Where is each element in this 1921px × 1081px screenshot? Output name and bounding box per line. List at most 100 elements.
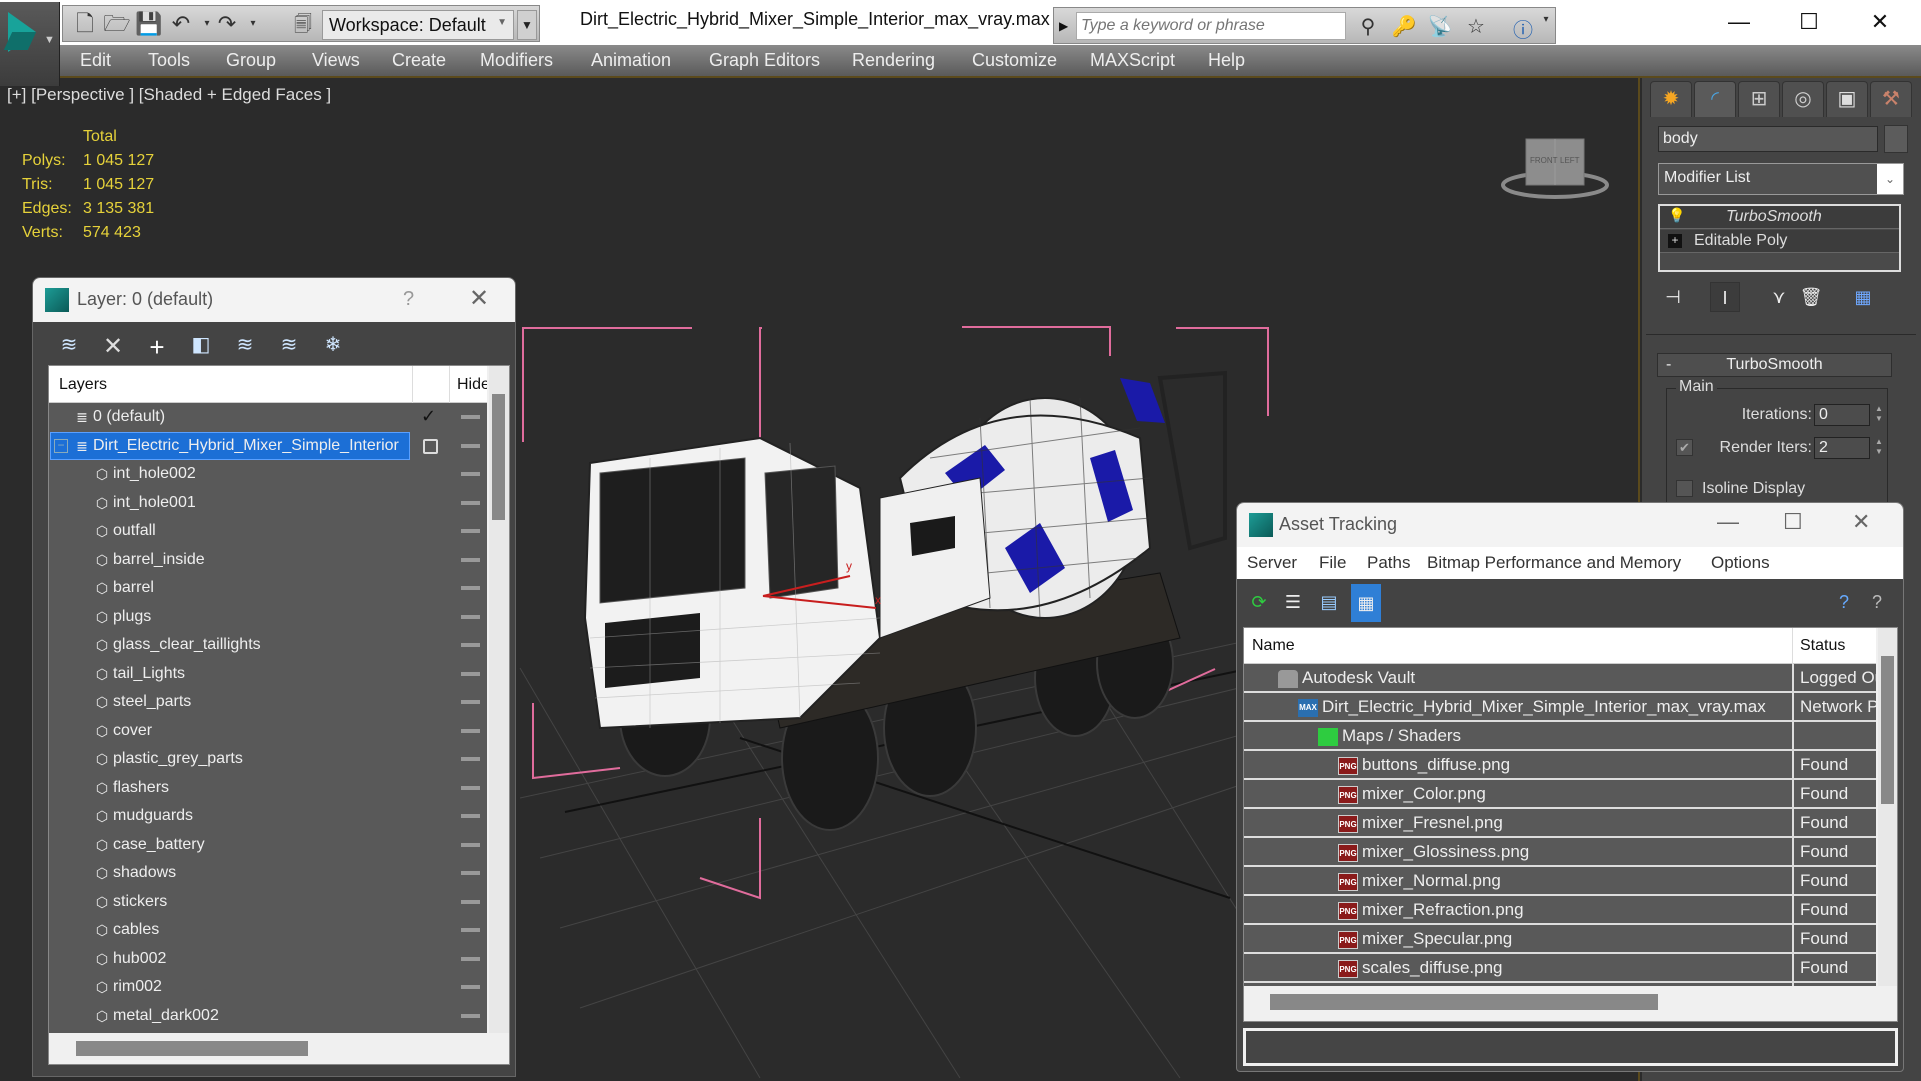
hide-toggle[interactable] [461,443,480,448]
hide-toggle[interactable] [461,586,480,590]
scrollbar-thumb[interactable] [76,1041,308,1056]
refresh-icon[interactable]: ⟳ [1247,589,1271,615]
column-header-name[interactable]: Name [1252,637,1295,655]
menu-options[interactable]: Options [1711,553,1770,573]
vertical-scrollbar[interactable] [489,366,509,1033]
modifier-list-dropdown[interactable]: Modifier List ⌄ [1658,163,1904,195]
hide-toggle[interactable] [461,472,480,476]
hide-toggle[interactable] [461,842,480,847]
layer-row[interactable]: ≣ 0 (default) ✓ [49,403,487,432]
create-tab-icon[interactable]: ✹ [1650,81,1692,117]
object-row[interactable]: ⬡ barrel [49,574,487,603]
layer-row[interactable]: − ≣ Dirt_Electric_Hybrid_Mixer_Simple_Inte… [49,431,487,461]
help-online-icon[interactable]: ? [1832,589,1856,615]
object-row[interactable]: ⬡ int_hole001 [49,489,487,518]
freeze-layer-icon[interactable]: ❄ [319,332,347,358]
object-row[interactable]: ⬡ tail_Lights [49,660,487,689]
current-layer-checkmark-icon[interactable]: ✓ [421,406,436,427]
asset-row[interactable]: PNG mixer_Fresnel.png Found [1244,809,1876,838]
menu-help[interactable]: Help [1208,50,1245,71]
column-header-layers[interactable]: Layers [59,376,107,394]
viewcube[interactable]: FRONT LEFT [1500,133,1610,203]
binoculars-icon[interactable]: ⚲ [1354,14,1382,40]
object-row[interactable]: ⬡ mudguards [49,802,487,831]
render-iters-checkbox[interactable]: ✔ [1676,439,1693,456]
redo-icon[interactable]: ↷ [213,10,241,38]
turbosmooth-rollout-header[interactable]: - TurboSmooth [1657,353,1892,377]
select-layer-icon[interactable]: ≋ [231,332,259,358]
key-icon[interactable]: 🔑 [1390,14,1418,40]
asset-row[interactable]: PNG scales_diffuse.png Found [1244,954,1876,983]
asset-row[interactable]: PNG buttons_diffuse.png Found [1244,751,1876,780]
hide-toggle[interactable] [461,500,480,505]
open-folder-icon[interactable]: 🗁 [103,10,131,38]
render-iters-spinner[interactable]: ▲ ▼ [1872,437,1886,459]
object-row[interactable]: ⬡ barrel_inside [49,546,487,575]
menu-graph-editors[interactable]: Graph Editors [709,50,820,71]
configure-modifier-sets-icon[interactable]: ▦ [1848,282,1878,312]
hide-toggle[interactable] [461,814,480,818]
satellite-icon[interactable]: 📡 [1426,14,1454,40]
workspace-dropdown[interactable]: Workspace: Default ▼ [322,10,514,40]
horizontal-scrollbar[interactable] [1244,986,1878,1020]
motion-tab-icon[interactable]: ◎ [1782,81,1824,117]
hide-toggle[interactable] [461,785,480,790]
iterations-field[interactable]: 0 [1814,404,1870,426]
select-objects-icon[interactable]: ◧ [187,332,215,358]
object-row[interactable]: ⬡ rim002 [49,973,487,1002]
project-folder-icon[interactable]: 🗐 [289,10,317,38]
menu-views[interactable]: Views [312,50,360,71]
asset-row[interactable]: PNG mixer_Normal.png Found [1244,867,1876,896]
menu-create[interactable]: Create [392,50,446,71]
whats-this-icon[interactable]: ? [1865,589,1889,615]
iterations-spinner[interactable]: ▲ ▼ [1872,404,1886,426]
object-row[interactable]: ⬡ outfall [49,517,487,546]
scrollbar-thumb[interactable] [492,394,505,520]
stack-item-editable-poly[interactable]: + Editable Poly [1660,230,1899,253]
hide-toggle[interactable] [461,415,480,419]
minimize-button[interactable]: — [1717,509,1739,535]
workspace-menu-button[interactable]: ▼ [517,10,537,40]
hide-toggle[interactable] [461,985,480,989]
menu-animation[interactable]: Animation [591,50,671,71]
object-row[interactable]: ⬡ case_battery [49,831,487,860]
tree-view-icon[interactable]: ▤ [1317,589,1341,615]
horizontal-scrollbar[interactable] [49,1033,489,1064]
asset-row[interactable]: PNG mixer_Refraction.png Found [1244,896,1876,925]
menu-customize[interactable]: Customize [972,50,1057,71]
object-color-swatch[interactable] [1884,125,1908,153]
new-file-icon[interactable]: 🗋 [71,10,99,38]
object-row[interactable]: ⬡ steel_parts [49,688,487,717]
help-button[interactable]: ? [403,288,414,311]
help-dropdown-icon[interactable]: ▾ [1532,14,1560,40]
remove-modifier-icon[interactable]: 🗑 [1796,282,1826,312]
hide-toggle[interactable] [461,928,480,932]
hide-toggle[interactable] [461,614,480,619]
object-name-field[interactable]: body [1658,126,1878,152]
object-row[interactable]: ⬡ cover [49,717,487,746]
search-input[interactable] [1076,12,1346,40]
scrollbar-thumb[interactable] [1270,994,1658,1010]
hide-toggle[interactable] [461,700,480,704]
hide-toggle[interactable] [461,871,480,875]
menu-rendering[interactable]: Rendering [852,50,935,71]
object-row[interactable]: ⬡ shadows [49,859,487,888]
undo-icon[interactable]: ↶ [167,10,195,38]
asset-row[interactable]: PNG mixer_Color.png Found [1244,780,1876,809]
close-button[interactable]: ✕ [1857,4,1903,40]
modify-tab-icon[interactable]: ◜ [1694,81,1736,117]
minimize-button[interactable]: — [1716,4,1762,40]
isoline-display-checkbox[interactable] [1676,480,1693,497]
dialog-titlebar[interactable]: Layer: 0 (default) ? ✕ [33,278,515,322]
hide-toggle[interactable] [461,529,480,533]
menu-file[interactable]: File [1319,553,1346,573]
application-menu-button[interactable]: ▼ [0,2,60,86]
object-row[interactable]: ⬡ plugs [49,603,487,632]
vertical-scrollbar[interactable] [1878,628,1897,986]
collapse-icon[interactable]: − [54,438,68,453]
pin-stack-icon[interactable]: ⊣ [1658,282,1688,312]
hide-toggle[interactable] [461,643,480,647]
set-current-layer-icon[interactable] [423,438,438,454]
menu-modifiers[interactable]: Modifiers [480,50,553,71]
menu-bitmap-performance[interactable]: Bitmap Performance and Memory [1427,553,1681,573]
